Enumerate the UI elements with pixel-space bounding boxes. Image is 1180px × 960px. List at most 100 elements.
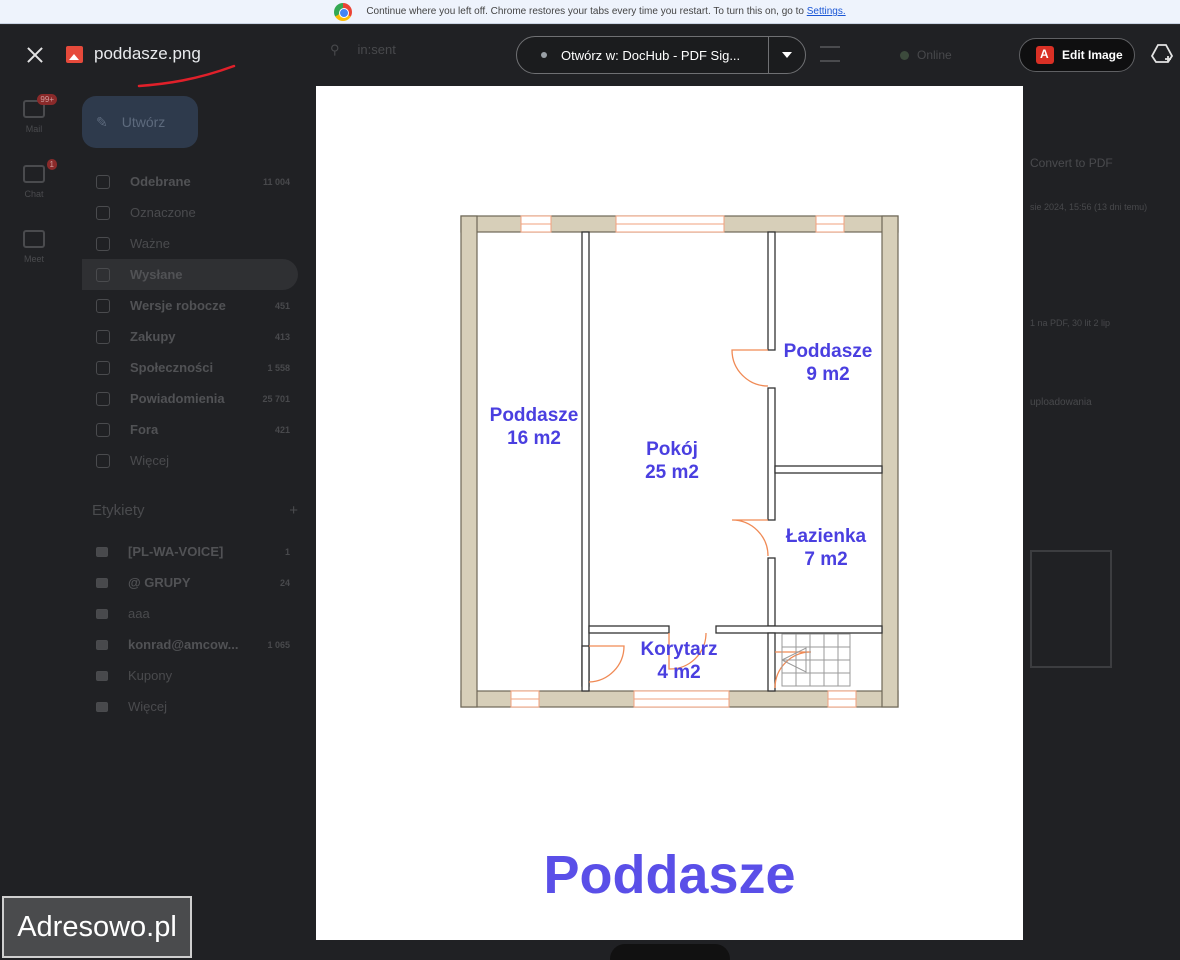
label-item[interactable]: [PL-WA-VOICE] 1 — [82, 536, 298, 567]
draft-icon — [96, 298, 110, 313]
folder-item[interactable]: Powiadomienia 25 701 — [82, 383, 298, 414]
email-snippet: 1 na PDF, 30 lit 2 lip — [1030, 318, 1111, 328]
room-area: 7 m2 — [804, 549, 848, 570]
rail-label: Mail — [25, 124, 43, 134]
image-preview: Poddasze 16 m2 Pokój 25 m2 Poddasze 9 m2… — [316, 86, 1023, 940]
gmail-rail: 99+ Mail 1 Chat Meet — [14, 94, 57, 295]
infobar-message: Continue where you left off. Chrome rest… — [366, 6, 804, 17]
red-scribble — [137, 64, 236, 88]
folder-count: 1 558 — [267, 362, 290, 373]
folder-list: Odebrane 11 004 Oznaczone Ważne Wysłane W… — [82, 166, 298, 476]
rail-chat[interactable]: 1 Chat — [14, 159, 57, 230]
search-bar[interactable]: ⚲ in:sent — [330, 42, 396, 58]
important-icon — [96, 236, 110, 251]
label-icon — [96, 577, 108, 588]
plan-title: Poddasze — [543, 845, 796, 905]
forum-icon — [96, 422, 110, 437]
shopping-icon — [96, 329, 110, 344]
label-item[interactable]: @ GRUPY 24 — [82, 567, 298, 598]
label-name: aaa — [128, 606, 150, 621]
label-list: [PL-WA-VOICE] 1 @ GRUPY 24 aaa konrad@amco… — [82, 536, 298, 722]
folder-item[interactable]: Fora 421 — [82, 414, 298, 445]
edit-image-button[interactable]: Edit Image — [1019, 38, 1135, 72]
label-name: @ GRUPY — [128, 575, 191, 590]
close-icon[interactable] — [22, 42, 48, 68]
chevron-down-icon[interactable] — [769, 36, 805, 74]
status-selector[interactable]: Online — [900, 48, 952, 62]
info-icon — [96, 391, 110, 406]
rail-label: Chat — [24, 189, 44, 199]
folder-count: 25 701 — [262, 393, 290, 404]
chat-badge: 1 — [46, 159, 57, 170]
folder-item[interactable]: Wersje robocze 451 — [82, 290, 298, 321]
email-snippet-2: uploadowania — [1030, 397, 1092, 408]
folder-label: Wersje robocze — [130, 298, 226, 313]
chrome-infobar: Continue where you left off. Chrome rest… — [0, 0, 1180, 24]
settings-link[interactable]: Settings. — [807, 6, 846, 17]
room-label: Łazienka 7 m2 — [766, 525, 886, 571]
folder-item[interactable]: Ważne — [82, 228, 298, 259]
folder-item[interactable]: Więcej — [82, 445, 298, 476]
chrome-icon — [334, 2, 353, 21]
room-name: Poddasze — [489, 405, 579, 426]
inbox-icon — [96, 174, 110, 189]
folder-label: Więcej — [130, 453, 170, 468]
zoom-controls[interactable] — [610, 944, 730, 960]
label-item[interactable]: aaa — [82, 598, 298, 629]
label-item[interactable]: Kupony — [82, 660, 298, 691]
pencil-icon: ✎ — [96, 113, 108, 130]
label-count: 1 — [284, 546, 290, 557]
label-icon — [96, 639, 108, 650]
status-label: Online — [917, 48, 952, 62]
folder-item[interactable]: Wysłane — [82, 259, 298, 290]
add-label-button[interactable]: + — [289, 502, 298, 519]
label-item[interactable]: konrad@amcow... 1 065 — [82, 629, 298, 660]
open-with-button[interactable]: Otwórz w: DocHub - PDF Sig... — [516, 36, 806, 74]
dochub-icon — [541, 52, 547, 58]
folder-item[interactable]: Oznaczone — [82, 197, 298, 228]
search-input[interactable]: in:sent — [358, 42, 396, 58]
rail-mail[interactable]: 99+ Mail — [14, 94, 57, 165]
add-to-drive-icon[interactable] — [1150, 42, 1174, 66]
room-name: Korytarz — [640, 639, 718, 660]
label-item[interactable]: Więcej — [82, 691, 298, 722]
folder-count: 413 — [274, 331, 290, 342]
label-icon — [96, 670, 108, 681]
meet-icon — [23, 230, 45, 248]
acrobat-icon — [1036, 46, 1054, 64]
label-icon — [96, 608, 108, 619]
convert-to-pdf-button[interactable]: Convert to PDF — [1030, 156, 1113, 170]
folder-item[interactable]: Społeczności 1 558 — [82, 352, 298, 383]
compose-button[interactable]: ✎ Utwórz — [82, 96, 198, 148]
people-icon — [96, 360, 110, 375]
star-icon — [96, 205, 110, 220]
folder-label: Ważne — [130, 236, 170, 251]
folder-count: 451 — [274, 300, 290, 311]
chevron-down-icon — [96, 453, 110, 468]
label-count: 24 — [279, 577, 290, 588]
edit-image-label: Edit Image — [1062, 48, 1123, 62]
folder-label: Zakupy — [130, 329, 176, 344]
room-label: Poddasze 9 m2 — [768, 340, 888, 386]
folder-label: Wysłane — [130, 267, 183, 282]
room-area: 4 m2 — [657, 662, 701, 683]
folder-label: Oznaczone — [130, 205, 196, 220]
send-icon — [96, 267, 110, 282]
room-name: Poddasze — [783, 341, 873, 362]
rail-label: Meet — [23, 254, 44, 264]
label-name: Więcej — [128, 699, 168, 714]
folder-label: Odebrane — [130, 174, 191, 189]
folder-item[interactable]: Zakupy 413 — [82, 321, 298, 352]
folder-label: Powiadomienia — [130, 391, 225, 406]
rail-meet[interactable]: Meet — [14, 230, 54, 295]
room-label: Pokój 25 m2 — [612, 438, 732, 484]
convert-label: Convert to PDF — [1030, 156, 1113, 170]
folder-item[interactable]: Odebrane 11 004 — [82, 166, 298, 197]
search-icon: ⚲ — [330, 42, 340, 57]
attachment-thumbnail[interactable] — [1030, 550, 1112, 668]
compose-label: Utwórz — [121, 114, 166, 130]
image-file-icon — [66, 46, 83, 63]
label-name: konrad@amcow... — [128, 637, 239, 652]
labels-title: Etykiety — [92, 502, 145, 519]
folder-count: 421 — [274, 424, 290, 435]
